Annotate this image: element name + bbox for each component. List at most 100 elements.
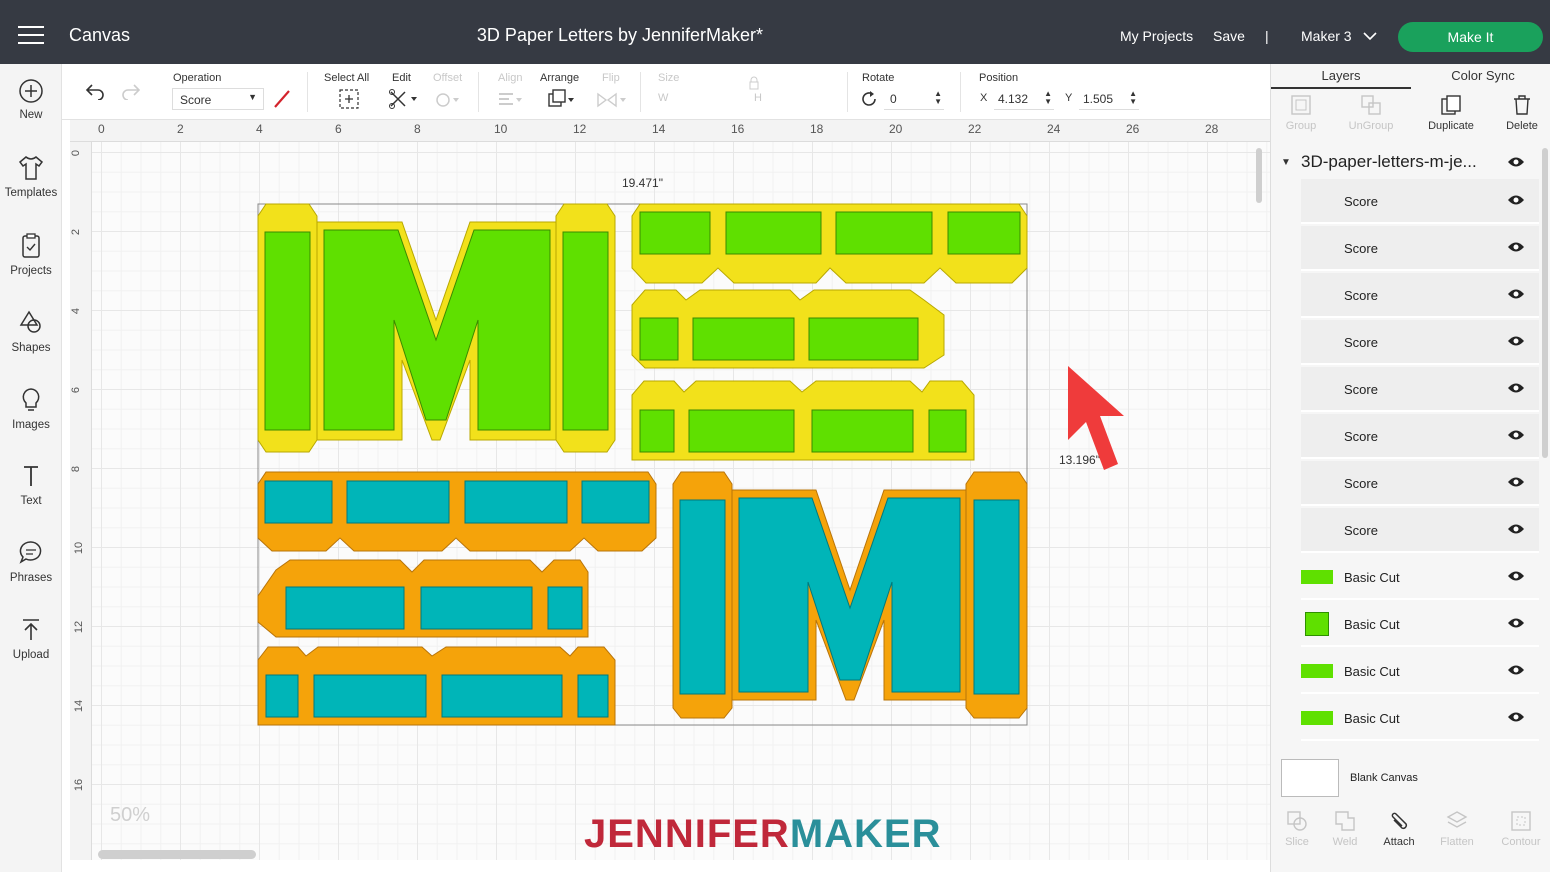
nav-upload[interactable]: Upload: [0, 616, 62, 661]
chevron-down-icon[interactable]: [1363, 32, 1377, 41]
eye-icon[interactable]: [1507, 476, 1525, 488]
contour-button[interactable]: Contour: [1495, 810, 1547, 848]
eye-icon[interactable]: [1507, 570, 1525, 582]
layer-row[interactable]: Basic Cut: [1301, 696, 1539, 741]
nav-shapes[interactable]: Shapes: [0, 309, 62, 354]
eye-icon[interactable]: [1507, 711, 1525, 723]
nav-templates[interactable]: Templates: [0, 154, 62, 199]
eye-icon[interactable]: [1507, 664, 1525, 676]
layer-name: Basic Cut: [1344, 711, 1400, 726]
layer-row[interactable]: Basic Cut: [1301, 602, 1539, 647]
eye-icon[interactable]: [1507, 288, 1525, 300]
layer-name: Score: [1344, 476, 1378, 491]
nav-label: Projects: [10, 265, 52, 277]
layer-color-swatch[interactable]: [1305, 612, 1329, 636]
layer-color-swatch[interactable]: [1301, 711, 1333, 725]
eye-icon[interactable]: [1507, 335, 1525, 347]
ruler-tick: 12: [73, 620, 86, 634]
flatten-button[interactable]: Flatten: [1431, 810, 1483, 848]
design-canvas[interactable]: 19.471" 13.196" 50%: [92, 142, 1270, 860]
ruler-tick: 6: [335, 122, 342, 136]
flatten-label: Flatten: [1440, 836, 1474, 848]
attach-button[interactable]: Attach: [1373, 810, 1425, 848]
brand-watermark: JENNIFERMAKER: [584, 812, 941, 857]
layer-row[interactable]: Score: [1301, 226, 1539, 271]
machine-select[interactable]: Maker 3: [1301, 28, 1352, 44]
layer-name: Score: [1344, 335, 1378, 350]
operation-select[interactable]: Score ▼: [172, 88, 264, 110]
ungroup-button[interactable]: UnGroup: [1344, 94, 1398, 132]
tab-color-sync[interactable]: Color Sync: [1413, 68, 1550, 83]
layer-row[interactable]: Score: [1301, 367, 1539, 412]
rotate-input[interactable]: 0 ▲ ▼: [884, 88, 944, 110]
score-pen-icon[interactable]: [272, 88, 292, 110]
eye-icon[interactable]: [1507, 429, 1525, 441]
width-dimension: 19.471": [622, 176, 663, 190]
layer-row[interactable]: Basic Cut: [1301, 649, 1539, 694]
layer-row[interactable]: Score: [1301, 414, 1539, 459]
arrange-icon[interactable]: [547, 88, 577, 110]
ruler-tick: 22: [968, 122, 982, 136]
slice-icon: [1287, 811, 1307, 831]
layer-name: Score: [1344, 241, 1378, 256]
layer-row[interactable]: Score: [1301, 508, 1539, 553]
eye-icon[interactable]: [1507, 156, 1525, 168]
nav-projects[interactable]: Projects: [0, 232, 62, 277]
layer-row[interactable]: Score: [1301, 179, 1539, 224]
stepper-icon[interactable]: ▲ ▼: [1129, 90, 1137, 106]
stepper-icon[interactable]: ▲ ▼: [934, 90, 942, 106]
collapse-triangle-icon[interactable]: ▼: [1281, 157, 1291, 168]
size-w-label: W: [658, 92, 669, 104]
eye-icon[interactable]: [1507, 523, 1525, 535]
divider: [307, 72, 308, 112]
blank-canvas-label: Blank Canvas: [1350, 772, 1418, 784]
layer-color-swatch[interactable]: [1301, 664, 1333, 678]
layer-row[interactable]: Score: [1301, 273, 1539, 318]
layers-scrollbar[interactable]: [1542, 148, 1548, 458]
layer-row[interactable]: Basic Cut: [1301, 555, 1539, 600]
orange-strip-pieces: [257, 471, 657, 726]
nav-text[interactable]: Text: [0, 462, 62, 507]
ruler-top: 0 2 4 6 8 10 12 14 16 18 20 22 24 26 28: [70, 120, 1270, 142]
my-projects-link[interactable]: My Projects: [1120, 28, 1193, 44]
eye-icon[interactable]: [1507, 241, 1525, 253]
layer-row[interactable]: Score: [1301, 320, 1539, 365]
eye-icon[interactable]: [1507, 194, 1525, 206]
slice-button[interactable]: Slice: [1271, 810, 1323, 848]
nav-images[interactable]: Images: [0, 386, 62, 431]
canvas-vertical-scrollbar[interactable]: [1256, 148, 1262, 203]
layer-name: Score: [1344, 382, 1378, 397]
arrange-label: Arrange: [540, 72, 580, 84]
pos-x-input[interactable]: 4.132 ▲ ▼: [994, 88, 1054, 110]
make-it-button[interactable]: Make It: [1398, 22, 1543, 52]
divider: [960, 72, 961, 112]
weld-button[interactable]: Weld: [1319, 810, 1371, 848]
tab-layers[interactable]: Layers: [1271, 68, 1411, 89]
layer-color-swatch[interactable]: [1301, 570, 1333, 584]
nav-new[interactable]: New: [0, 78, 62, 121]
select-all-icon[interactable]: [338, 88, 360, 110]
pos-y-input[interactable]: 1.505 ▲ ▼: [1079, 88, 1139, 110]
delete-button[interactable]: Delete: [1495, 94, 1549, 132]
eye-icon[interactable]: [1507, 382, 1525, 394]
nav-phrases[interactable]: Phrases: [0, 539, 62, 584]
group-button[interactable]: Group: [1274, 94, 1328, 132]
speech-bubble-icon: [19, 541, 42, 564]
zoom-level[interactable]: 50%: [110, 804, 150, 827]
group-layer-name[interactable]: 3D-paper-letters-m-je...: [1301, 152, 1477, 172]
save-button[interactable]: Save: [1213, 28, 1245, 44]
duplicate-button[interactable]: Duplicate: [1424, 94, 1478, 132]
canvas-horizontal-scrollbar[interactable]: [98, 850, 256, 859]
eye-icon[interactable]: [1507, 617, 1525, 629]
blank-canvas-swatch[interactable]: [1281, 759, 1339, 797]
undo-icon[interactable]: [84, 82, 106, 100]
clipboard-icon: [22, 233, 40, 258]
design-artwork[interactable]: 19.471" 13.196": [92, 142, 1270, 860]
layer-row[interactable]: Score: [1301, 461, 1539, 506]
stepper-icon[interactable]: ▲ ▼: [1044, 90, 1052, 106]
ungroup-icon: [1361, 95, 1381, 115]
redo-icon[interactable]: [120, 82, 142, 100]
edit-scissors-icon[interactable]: [388, 88, 420, 110]
ruler-tick: 16: [731, 122, 745, 136]
ruler-tick: 6: [70, 386, 83, 394]
